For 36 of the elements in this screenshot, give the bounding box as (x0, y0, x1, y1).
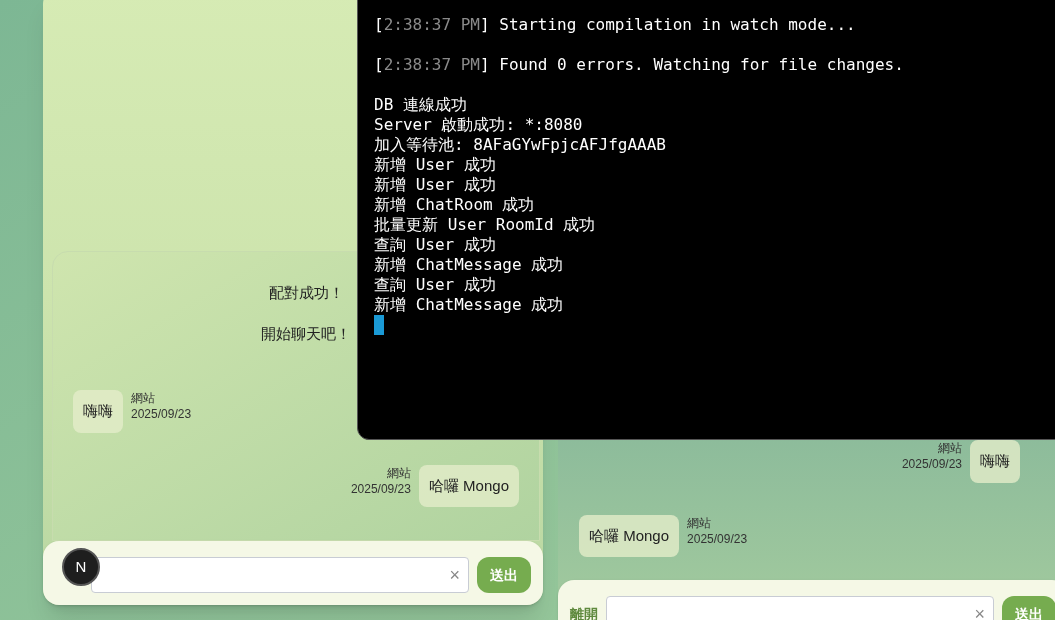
terminal-line: [2:38:37 PM] Starting compilation in watch mode... (374, 15, 857, 35)
leave-button[interactable]: 離開 (570, 603, 598, 620)
terminal-line: 新增 User 成功 (374, 175, 497, 195)
terminal-line: 新增 ChatRoom 成功 (374, 195, 536, 215)
sender-name: 網站 (131, 390, 155, 406)
terminal-line: 加入等待池: 8AFaGYwFpjcAFJfgAAAB (374, 135, 667, 155)
sender-name: 網站 (386, 464, 411, 481)
clear-icon[interactable]: × (449, 566, 460, 584)
message-bubble: 嗨嗨 (970, 440, 1020, 483)
send-button[interactable]: 送出 (1002, 596, 1055, 620)
terminal-line: 新增 ChatMessage 成功 (374, 295, 565, 315)
message-bubble: 嗨嗨 (73, 390, 123, 433)
message-bubble: 哈囉 Mongo (579, 514, 680, 557)
system-message: 開始聊天吧！ (261, 323, 351, 344)
terminal-line: 查詢 User 成功 (374, 275, 497, 295)
terminal-line: 新增 ChatMessage 成功 (374, 255, 565, 275)
sender-name: 網站 (687, 514, 712, 531)
terminal-line: 批量更新 User RoomId 成功 (374, 215, 597, 235)
terminal-line: [2:38:37 PM] Found 0 errors. Watching for file changes. (374, 55, 905, 75)
message-date: 2025/09/23 (131, 406, 192, 422)
message-date: 2025/09/23 (687, 530, 748, 547)
terminal-line: 查詢 User 成功 (374, 235, 497, 255)
terminal-line: Server 啟動成功: *:8080 (374, 115, 584, 135)
terminal-cursor (374, 315, 384, 335)
message-date: 2025/09/23 (350, 480, 411, 497)
message-bubble: 哈囉 Mongo (418, 464, 519, 507)
system-message: 配對成功！ (268, 283, 344, 303)
message-input[interactable]: × (606, 596, 994, 620)
message-input[interactable]: × (91, 557, 469, 593)
sender-name: 網站 (938, 440, 962, 456)
send-button[interactable]: 送出 (477, 557, 531, 593)
terminal-line: DB 連線成功 (374, 95, 468, 115)
avatar-badge[interactable]: N (62, 548, 100, 586)
clear-icon[interactable]: × (974, 605, 985, 620)
terminal-line: 新增 User 成功 (374, 155, 497, 175)
message-date: 2025/09/23 (901, 456, 962, 472)
